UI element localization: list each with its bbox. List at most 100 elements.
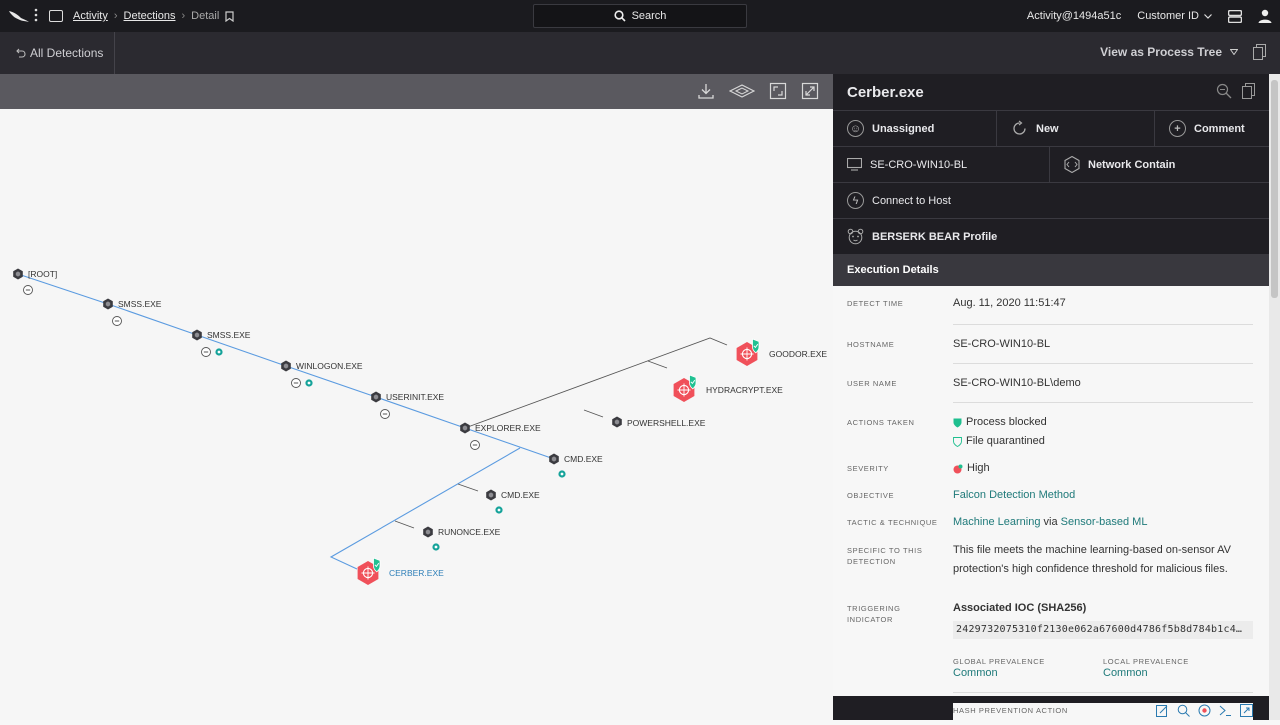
all-detections-button[interactable]: All Detections bbox=[0, 32, 115, 74]
menu-dots-icon[interactable] bbox=[34, 8, 38, 22]
info-dot-icon[interactable] bbox=[558, 470, 566, 478]
node-label-cmd-1[interactable]: CMD.EXE bbox=[564, 454, 603, 464]
collapse-icon[interactable] bbox=[470, 440, 480, 450]
node-icon[interactable] bbox=[192, 329, 202, 341]
triggering-label-line1: TRIGGERING bbox=[847, 604, 901, 613]
node-label-goodor[interactable]: GOODOR.EXE bbox=[769, 349, 827, 359]
tactic-link[interactable]: Machine Learning bbox=[953, 516, 1040, 528]
detect-time-label: DETECT TIME bbox=[847, 299, 904, 308]
objective-link[interactable]: Falcon Detection Method bbox=[953, 486, 1075, 505]
node-label-smss-1[interactable]: SMSS.EXE bbox=[118, 299, 162, 309]
collapse-icon[interactable] bbox=[23, 285, 33, 295]
scrollbar-thumb[interactable] bbox=[1271, 80, 1278, 298]
terminal-icon[interactable] bbox=[1219, 704, 1232, 717]
node-label-powershell[interactable]: POWERSHELL.EXE bbox=[627, 418, 706, 428]
adversary-profile-button[interactable]: BERSERK BEAR Profile bbox=[833, 219, 1269, 254]
info-dot-icon[interactable] bbox=[495, 506, 503, 514]
detect-time-value: Aug. 11, 2020 11:51:47 bbox=[953, 297, 1066, 309]
copy-icon[interactable] bbox=[1242, 83, 1255, 99]
execution-details-header[interactable]: Execution Details bbox=[833, 254, 1269, 286]
status-label: New bbox=[1036, 122, 1059, 135]
view-as-dropdown[interactable]: View as Process Tree bbox=[1100, 45, 1238, 59]
username-value: SE-CRO-WIN10-BL\demo bbox=[953, 377, 1081, 389]
specific-line1: This file meets the machine learning-bas… bbox=[953, 544, 1231, 556]
node-icon[interactable] bbox=[281, 360, 291, 372]
node-icon[interactable] bbox=[13, 268, 23, 280]
technique-link[interactable]: Sensor-based ML bbox=[1061, 516, 1148, 528]
network-contain-button[interactable]: Network Contain bbox=[1050, 147, 1269, 182]
assign-button[interactable]: ☺ Unassigned bbox=[833, 111, 997, 146]
layers-icon[interactable] bbox=[729, 82, 755, 100]
detection-node-icon[interactable] bbox=[673, 374, 697, 403]
edit-icon[interactable] bbox=[1156, 704, 1169, 717]
tactic-via: via bbox=[1043, 516, 1058, 528]
node-icon[interactable] bbox=[460, 422, 470, 434]
host-button[interactable]: SE-CRO-WIN10-BL bbox=[833, 147, 1050, 182]
user-account[interactable]: Activity@1494a51c bbox=[1027, 10, 1121, 22]
node-icon[interactable] bbox=[486, 489, 496, 501]
process-tree-canvas[interactable]: [ROOT] SMSS.EXE SMSS.EXE WINLOGON.EXE US… bbox=[0, 109, 833, 720]
execution-details-title: Execution Details bbox=[847, 264, 939, 276]
node-icon[interactable] bbox=[549, 453, 559, 465]
node-label-explorer[interactable]: EXPLORER.EXE bbox=[475, 423, 541, 433]
node-label-root[interactable]: [ROOT] bbox=[28, 269, 57, 279]
breadcrumb-detections[interactable]: Detections bbox=[124, 10, 176, 22]
fit-to-screen-icon[interactable] bbox=[769, 82, 787, 100]
node-label-smss-2[interactable]: SMSS.EXE bbox=[207, 330, 251, 340]
collapse-icon[interactable] bbox=[380, 409, 390, 419]
detection-node-icon[interactable] bbox=[736, 338, 760, 367]
falcon-logo-icon[interactable] bbox=[8, 8, 30, 24]
copy-icon[interactable] bbox=[1253, 44, 1266, 60]
info-dot-icon[interactable] bbox=[432, 543, 440, 551]
connect-label: Connect to Host bbox=[872, 194, 951, 207]
collapse-icon[interactable] bbox=[291, 378, 301, 388]
collapse-icon[interactable] bbox=[112, 316, 122, 326]
divider bbox=[953, 692, 1253, 693]
severity-value: High bbox=[953, 459, 990, 478]
breadcrumb-activity[interactable]: Activity bbox=[73, 10, 108, 22]
shield-outline-icon bbox=[953, 436, 962, 447]
download-icon[interactable] bbox=[697, 82, 715, 100]
comment-button[interactable]: + Comment bbox=[1155, 111, 1269, 146]
node-label-cmd-2[interactable]: CMD.EXE bbox=[501, 490, 540, 500]
local-prevalence-value[interactable]: Common bbox=[1103, 664, 1148, 683]
zoom-icon[interactable] bbox=[1216, 83, 1232, 99]
specific-line2: protection's high confidence threshold f… bbox=[953, 563, 1228, 575]
chevron-right-icon: › bbox=[181, 10, 186, 22]
detection-node-icon[interactable] bbox=[357, 557, 381, 586]
collapse-icon[interactable] bbox=[201, 347, 211, 357]
node-icon[interactable] bbox=[371, 391, 381, 403]
search-button[interactable]: Search bbox=[533, 4, 747, 28]
notifications-icon[interactable] bbox=[1228, 9, 1242, 23]
info-dot-icon[interactable] bbox=[215, 348, 223, 356]
profile-label: BERSERK BEAR Profile bbox=[872, 230, 998, 243]
info-dot-icon[interactable] bbox=[305, 379, 313, 387]
node-icon[interactable] bbox=[423, 526, 433, 538]
customer-id-dropdown[interactable]: Customer ID bbox=[1137, 10, 1212, 22]
node-icon[interactable] bbox=[103, 298, 113, 310]
ioc-hash[interactable]: 2429732075310f2130e062a67600d4786f5b8d78… bbox=[953, 621, 1253, 639]
node-icon[interactable] bbox=[612, 416, 622, 428]
user-icon[interactable] bbox=[1258, 9, 1272, 23]
expand-icon[interactable] bbox=[801, 82, 819, 100]
specific-description: This file meets the machine learning-bas… bbox=[953, 541, 1231, 579]
connect-row: ϟ Connect to Host bbox=[833, 182, 1269, 218]
panel-scrollbar[interactable] bbox=[1269, 74, 1280, 720]
connect-to-host-button[interactable]: ϟ Connect to Host bbox=[833, 183, 1269, 218]
open-external-icon[interactable] bbox=[1240, 704, 1253, 717]
activity-app-icon[interactable] bbox=[49, 10, 63, 22]
block-icon[interactable] bbox=[1198, 704, 1211, 717]
node-label-userinit[interactable]: USERINIT.EXE bbox=[386, 392, 444, 402]
bookmark-icon[interactable] bbox=[225, 10, 234, 22]
zoom-icon[interactable] bbox=[1177, 704, 1190, 717]
chevron-right-icon: › bbox=[113, 10, 118, 22]
node-label-runonce[interactable]: RUNONCE.EXE bbox=[438, 527, 501, 537]
node-label-cerber[interactable]: CERBER.EXE bbox=[389, 568, 444, 578]
divider bbox=[953, 402, 1253, 403]
node-label-winlogon[interactable]: WINLOGON.EXE bbox=[296, 361, 363, 371]
node-label-hydracrypt[interactable]: HYDRACRYPT.EXE bbox=[706, 385, 783, 395]
global-prevalence-value[interactable]: Common bbox=[953, 664, 998, 683]
status-button[interactable]: New bbox=[997, 111, 1155, 146]
hostname-label: HOSTNAME bbox=[847, 340, 895, 349]
customer-id-label: Customer ID bbox=[1137, 10, 1199, 22]
